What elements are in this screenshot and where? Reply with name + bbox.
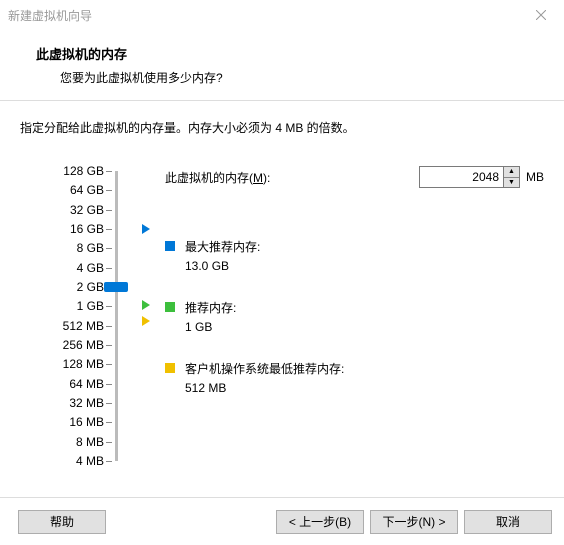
- memory-input[interactable]: [419, 166, 504, 188]
- spinner-up[interactable]: ▲: [504, 167, 519, 178]
- slider-tick-mark: [106, 422, 112, 423]
- slider-tick-label: 8 MB: [44, 435, 104, 449]
- slider-tick-mark: [106, 268, 112, 269]
- slider-tick-label: 16 MB: [44, 415, 104, 429]
- back-button[interactable]: < 上一步(B): [276, 510, 364, 534]
- slider-track: [115, 171, 118, 461]
- slider-tick-label: 512 MB: [44, 319, 104, 333]
- cancel-button[interactable]: 取消: [464, 510, 552, 534]
- slider-tick-label: 128 MB: [44, 357, 104, 371]
- slider-tick-label: 1 GB: [44, 299, 104, 313]
- slider-tick-label: 2 GB: [44, 280, 104, 294]
- close-button[interactable]: [518, 0, 564, 30]
- legend-max-label: 最大推荐内存:: [185, 238, 260, 257]
- page-subtitle: 您要为此虚拟机使用多少内存?: [60, 69, 544, 86]
- slider-tick-mark: [106, 461, 112, 462]
- slider-tick-label: 64 GB: [44, 183, 104, 197]
- slider-tick-label: 32 MB: [44, 396, 104, 410]
- legend-min: 客户机操作系统最低推荐内存: 512 MB: [165, 360, 344, 398]
- memory-unit: MB: [526, 170, 544, 184]
- content-area: 指定分配给此虚拟机的内存量。内存大小必须为 4 MB 的倍数。 128 GB 64…: [0, 101, 564, 476]
- legend-rec: 推荐内存: 1 GB: [165, 299, 236, 337]
- slider-tick-mark: [106, 364, 112, 365]
- close-icon: [536, 10, 546, 20]
- legend-min-value: 512 MB: [185, 379, 344, 398]
- spinner-down[interactable]: ▼: [504, 178, 519, 188]
- slider-thumb[interactable]: [104, 282, 128, 292]
- slider-tick-label: 16 GB: [44, 222, 104, 236]
- help-button[interactable]: 帮助: [18, 510, 106, 534]
- slider-tick-mark: [106, 403, 112, 404]
- titlebar: 新建虚拟机向导: [0, 0, 564, 30]
- legend-min-label: 客户机操作系统最低推荐内存:: [185, 360, 344, 379]
- next-button[interactable]: 下一步(N) >: [370, 510, 458, 534]
- slider-tick-label: 4 MB: [44, 454, 104, 468]
- memory-slider[interactable]: 128 GB 64 GB 32 GB 16 GB 8 GB 4 GB 2 GB 1 GB 512…: [20, 166, 140, 466]
- window-title: 新建虚拟机向导: [8, 7, 92, 24]
- slider-tick-mark: [106, 306, 112, 307]
- square-icon-green: [165, 302, 175, 312]
- square-icon-blue: [165, 241, 175, 251]
- slider-tick-mark: [106, 442, 112, 443]
- legend-max: 最大推荐内存: 13.0 GB: [165, 238, 260, 276]
- slider-tick-label: 8 GB: [44, 241, 104, 255]
- slider-tick-mark: [106, 171, 112, 172]
- slider-tick-label: 128 GB: [44, 164, 104, 178]
- slider-tick-mark: [106, 326, 112, 327]
- slider-tick-label: 32 GB: [44, 203, 104, 217]
- legend-max-value: 13.0 GB: [185, 257, 260, 276]
- slider-tick-mark: [106, 229, 112, 230]
- instruction-text: 指定分配给此虚拟机的内存量。内存大小必须为 4 MB 的倍数。: [20, 119, 544, 136]
- legend-rec-value: 1 GB: [185, 318, 236, 337]
- memory-spinner[interactable]: ▲ ▼: [504, 166, 520, 188]
- wizard-header: 此虚拟机的内存 您要为此虚拟机使用多少内存?: [0, 30, 564, 101]
- slider-tick-mark: [106, 248, 112, 249]
- memory-label: 此虚拟机的内存(M):: [165, 169, 270, 186]
- slider-tick-mark: [106, 210, 112, 211]
- slider-tick-mark: [106, 345, 112, 346]
- slider-tick-mark: [106, 384, 112, 385]
- square-icon-yellow: [165, 363, 175, 373]
- slider-tick-label: 64 MB: [44, 377, 104, 391]
- slider-tick-label: 256 MB: [44, 338, 104, 352]
- footer: 帮助 < 上一步(B) 下一步(N) > 取消: [0, 497, 564, 545]
- info-column: 此虚拟机的内存(M): ▲ ▼ MB 最大推荐内存: 13.0 GB: [140, 166, 544, 466]
- slider-tick-label: 4 GB: [44, 261, 104, 275]
- slider-tick-mark: [106, 190, 112, 191]
- page-title: 此虚拟机的内存: [36, 44, 544, 63]
- legend-rec-label: 推荐内存:: [185, 299, 236, 318]
